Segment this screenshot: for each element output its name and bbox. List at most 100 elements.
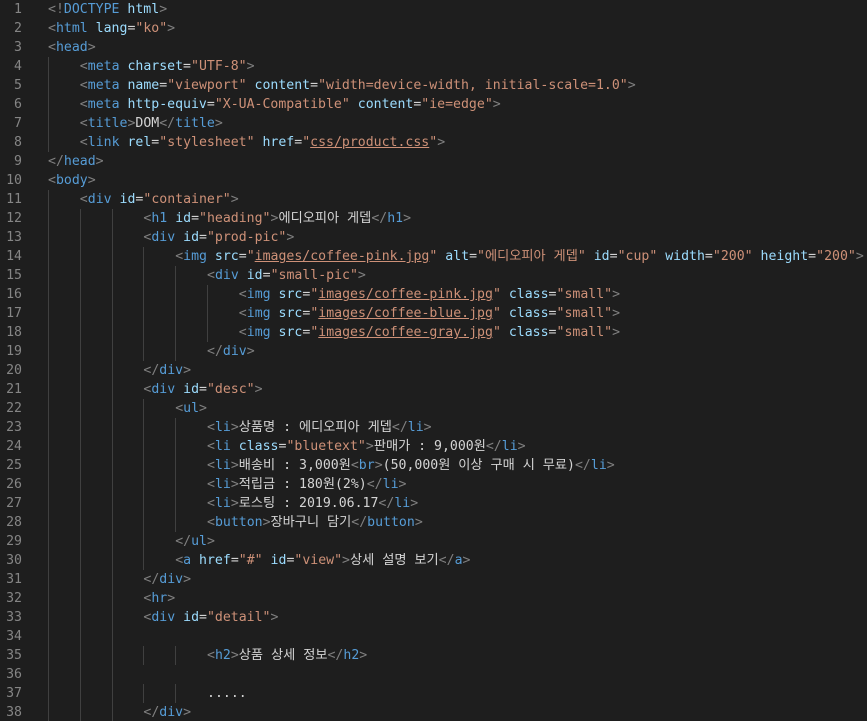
code-token: "small-pic" <box>270 268 358 283</box>
line-number: 10 <box>6 173 22 188</box>
indent-guide <box>48 456 49 475</box>
line-number: 3 <box>14 40 22 55</box>
code-line[interactable]: <img src="images/coffee-pink.jpg" alt="에… <box>175 247 864 266</box>
indent-guide <box>48 380 49 399</box>
code-token: html <box>127 2 160 17</box>
code-line[interactable]: ..... <box>207 684 247 703</box>
indent-guide <box>48 190 49 209</box>
code-token: < <box>207 268 215 283</box>
code-token: = <box>191 211 200 226</box>
code-line[interactable]: </div> <box>207 342 255 361</box>
code-line[interactable]: <div id="detail"> <box>143 608 278 627</box>
code-token: > <box>159 2 168 17</box>
code-token: html <box>55 21 88 36</box>
indent-guide <box>143 437 145 456</box>
code-token: < <box>207 420 215 435</box>
code-line[interactable]: <div id="prod-pic"> <box>143 228 294 247</box>
code-token: "detail" <box>206 610 271 625</box>
code-token: content <box>357 97 414 112</box>
code-token: < <box>175 401 184 416</box>
indent-guide <box>143 285 145 304</box>
code-line[interactable]: <meta name="viewport" content="width=dev… <box>80 76 636 95</box>
code-token: < <box>79 135 88 150</box>
code-token: > <box>374 458 383 473</box>
code-token: > <box>606 458 615 473</box>
code-editor[interactable]: 1 2 3 4 5 6 7 8 9 10 11 12 13 14 15 16 17 18 19 20 21 22 23 24 2… <box>0 0 867 721</box>
indent-guide <box>79 361 81 380</box>
indent-guide <box>48 114 49 133</box>
code-line[interactable]: <li>로스팅 : 2019.06.17</li> <box>207 494 418 513</box>
indent-guide <box>79 285 81 304</box>
code-line[interactable]: <html lang="ko"> <box>48 19 175 38</box>
code-token: > <box>423 420 432 435</box>
indent-guide <box>48 361 49 380</box>
code-line[interactable]: <li>상품명 : 에디오피아 게뎁</li> <box>207 418 432 437</box>
code-token: " <box>492 287 501 302</box>
code-line[interactable]: </head> <box>48 152 104 171</box>
indent-guide <box>111 456 113 475</box>
indent-guide <box>143 266 145 285</box>
code-token: button <box>214 515 263 530</box>
code-line[interactable]: </div> <box>143 361 191 380</box>
indent-guide <box>143 532 145 551</box>
code-line[interactable]: <div id="desc"> <box>143 380 262 399</box>
code-token: > <box>167 21 176 36</box>
code-line[interactable]: <title>DOM</title> <box>80 114 223 133</box>
code-line[interactable]: <div id="small-pic"> <box>207 266 366 285</box>
code-line[interactable]: <h1 id="heading">에디오피아 게뎁</h1> <box>143 209 411 228</box>
indent-guide <box>143 342 145 361</box>
code-token: > <box>398 477 407 492</box>
indent-guide <box>48 95 49 114</box>
code-token: id <box>183 610 200 625</box>
code-token: class <box>238 439 279 454</box>
indent-guide <box>48 342 49 361</box>
code-line[interactable]: <h2>상품 상세 정보</h2> <box>207 646 367 665</box>
code-line[interactable]: <meta http-equiv="X-UA-Compatible" conte… <box>80 95 501 114</box>
indent-guide <box>111 380 113 399</box>
code-line[interactable]: </div> <box>143 703 191 721</box>
indent-guide <box>207 285 208 304</box>
code-token: h1 <box>151 211 168 226</box>
code-token: > <box>199 401 207 416</box>
code-line[interactable]: <hr> <box>143 589 175 608</box>
code-token: < <box>207 458 215 473</box>
code-line[interactable]: <a href="#" id="view">상세 설명 보기</a> <box>175 551 470 570</box>
code-token: 에디오피아 게뎁 <box>278 211 372 226</box>
indent-guide <box>111 665 113 684</box>
code-line[interactable]: <li>배송비 : 3,000원<br>(50,000원 이상 구매 시 무료)… <box>207 456 615 475</box>
code-token: > <box>95 154 104 169</box>
code-line[interactable]: <ul> <box>175 399 207 418</box>
code-line[interactable]: </div> <box>143 570 191 589</box>
indent-guide <box>79 304 81 323</box>
code-token: 상품명 : 에디오피아 게뎁 <box>238 420 392 435</box>
code-token: > <box>612 306 621 321</box>
code-line[interactable]: <meta charset="UTF-8"> <box>80 57 255 76</box>
code-line[interactable]: <head> <box>48 38 96 57</box>
line-number: 25 <box>6 458 22 473</box>
code-line[interactable]: <img src="images/coffee-pink.jpg" class=… <box>239 285 620 304</box>
code-line[interactable]: <img src="images/coffee-blue.jpg" class=… <box>239 304 620 323</box>
code-line[interactable]: </ul> <box>175 532 215 551</box>
code-token: = <box>183 59 191 74</box>
code-line[interactable]: <div id="container"> <box>80 190 239 209</box>
indent-guide <box>48 76 49 95</box>
code-token: images/coffee-pink.jpg <box>254 249 430 264</box>
code-line[interactable]: <button>장바구니 담기</button> <box>207 513 423 532</box>
code-token: id <box>183 230 200 245</box>
indent-guide <box>175 513 177 532</box>
code-token: > <box>365 439 374 454</box>
indent-guide <box>175 456 177 475</box>
code-token: < <box>207 648 215 663</box>
code-line[interactable]: <link rel="stylesheet" href="css/product… <box>80 133 445 152</box>
code-line[interactable]: <li>적립금 : 180원(2%)</li> <box>207 475 406 494</box>
code-line[interactable]: <li class="bluetext">판매가 : 9,000원</li> <box>207 437 526 456</box>
code-line[interactable]: <!DOCTYPE html> <box>48 0 167 19</box>
code-line[interactable]: <body> <box>48 171 96 190</box>
code-area[interactable]: <!DOCTYPE html> <html lang="ko"> <head> <me… <box>48 0 867 721</box>
code-line[interactable]: <img src="images/coffee-gray.jpg" class=… <box>239 323 620 342</box>
line-number: 17 <box>6 306 22 321</box>
code-token: meta <box>87 59 120 74</box>
